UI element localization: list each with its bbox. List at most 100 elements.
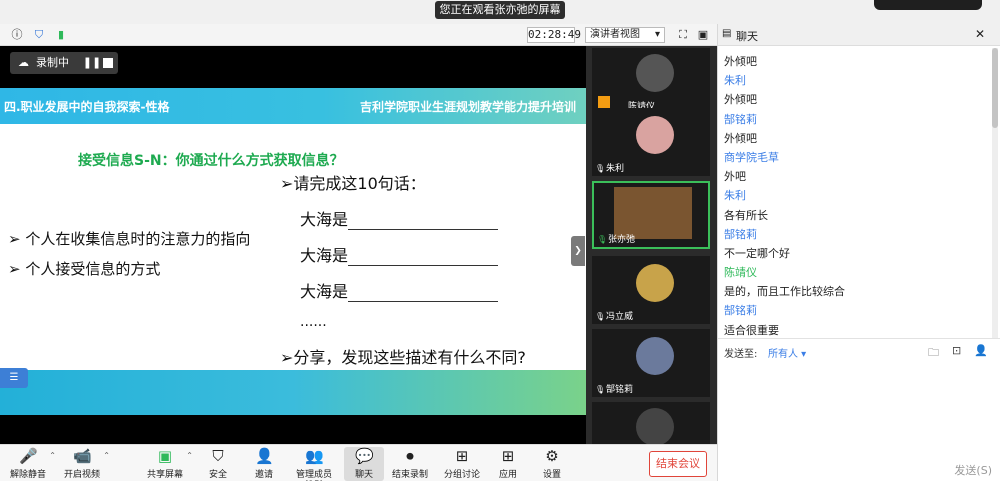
sentence-prefix: 大海是	[300, 210, 349, 229]
view-mode-select[interactable]: 演讲者视图 ▾	[585, 27, 665, 43]
slide-bullet: ➢ 个人接受信息的方式	[8, 260, 161, 278]
chat-icon: 💬	[355, 447, 374, 465]
participant-tile[interactable]: 🎙 朱利	[592, 108, 710, 176]
manage-members-label: 管理成员(15)	[295, 470, 332, 481]
unmute-button[interactable]: 🎤 解除静音 ⌃	[10, 447, 56, 480]
slide-bullet: ➢ 个人在收集信息时的注意力的指向	[8, 230, 251, 248]
participant-tile[interactable]: 🎙 冯立威	[592, 256, 710, 324]
breakout-icon: ⊞	[455, 447, 469, 465]
blank-line	[348, 214, 499, 230]
slide-section-title: 四.职业发展中的自我探索-性格	[4, 100, 170, 114]
apps-label: 应用	[498, 470, 517, 480]
send-to-label: 发送至:	[724, 349, 758, 360]
shield-icon[interactable]: ⛉	[32, 28, 46, 42]
chat-message: 是的，而且工作比较综合	[724, 285, 845, 299]
slide-question: 接受信息S-N：你通过什么方式获取信息？	[78, 153, 344, 169]
meeting-toolbar: ⓘ ⛉ ▮ 02:28:49 演讲者视图 ▾ ⛶ ▣	[0, 24, 717, 46]
chevron-up-icon[interactable]: ⌃	[186, 451, 193, 460]
avatar	[636, 408, 674, 446]
chevron-up-icon[interactable]: ⌃	[103, 451, 110, 460]
share-screen-icon: ▣	[157, 447, 173, 465]
invite-label: 邀请	[254, 470, 273, 480]
apps-icon: ⊞	[501, 447, 515, 465]
manage-members-button[interactable]: 👥 管理成员(15)	[288, 447, 340, 481]
chat-button[interactable]: 💬 聊天	[344, 447, 384, 481]
chat-sender: 商学院毛草	[724, 150, 779, 164]
start-video-button[interactable]: 📹 开启视频 ⌃	[64, 447, 110, 480]
participant-tile-active[interactable]: 🎙 张亦弛	[592, 181, 710, 249]
share-screen-button[interactable]: ▣ 共享屏幕 ⌃	[147, 447, 193, 480]
chat-icon: ▤	[722, 28, 732, 39]
stop-recording-label: 结束录制	[392, 470, 429, 480]
cloud-icon: ☁	[18, 56, 29, 69]
slide-instruction: ➢请完成这10句话：	[280, 174, 426, 193]
breakout-label: 分组讨论	[444, 470, 481, 480]
participant-name: 张亦弛	[608, 235, 636, 245]
apps-button[interactable]: ⊞ 应用	[496, 447, 520, 480]
collapse-participants-button[interactable]: ❯	[571, 236, 585, 266]
participant-name: 郜铭莉	[606, 385, 634, 395]
security-button[interactable]: ⛉ 安全	[204, 447, 232, 480]
window-controls[interactable]	[874, 0, 982, 10]
stop-recording-button[interactable]	[103, 58, 113, 68]
sentence-prefix: 大海是	[300, 282, 349, 301]
meeting-controls: 🎤 解除静音 ⌃ 📹 开启视频 ⌃ ▣ 共享屏幕 ⌃ ⛉ 安全 👤 邀请 👥 管理成员(15) 💬…	[0, 444, 717, 481]
settings-button[interactable]: ⚙ 设置	[540, 447, 564, 480]
participant-tile[interactable]: 🎙 郜铭莉	[592, 329, 710, 397]
end-meeting-button[interactable]: 结束会议	[649, 451, 707, 477]
chat-sender: 郜铭莉	[724, 112, 757, 126]
participant-tile[interactable]: 陈靖仪	[592, 48, 710, 116]
send-button[interactable]: 发送(S)	[954, 462, 992, 478]
split-icon[interactable]: ▣	[696, 28, 710, 42]
fullscreen-icon[interactable]: ⛶	[676, 28, 690, 42]
chat-messages: 外倾吧 朱利 外倾吧 郜铭莉 外倾吧 商学院毛草 外吧 朱利 各有所长 郜铭莉 …	[724, 52, 974, 340]
info-icon[interactable]: ⓘ	[10, 28, 24, 42]
chat-message: 适合很重要	[724, 323, 779, 337]
chat-message: 不一定哪个好	[724, 246, 790, 260]
pause-recording-button[interactable]: ❚❚	[82, 52, 102, 74]
chevron-up-icon[interactable]: ⌃	[49, 451, 56, 460]
sentence-prefix: 大海是	[300, 246, 349, 265]
security-label: 安全	[208, 470, 227, 480]
chat-scrollbar[interactable]	[992, 48, 998, 338]
chat-input[interactable]	[718, 364, 1000, 459]
user-icon[interactable]: 👤	[974, 344, 988, 357]
slide-course-title: 吉利学院职业生涯规划教学能力提升培训	[359, 100, 576, 114]
send-to-row: 发送至: 所有人 ▾ 🗀 ⊡ 👤	[718, 338, 1000, 364]
scrollbar-thumb[interactable]	[992, 48, 998, 128]
invite-icon: 👤	[255, 447, 274, 465]
mic-muted-icon: 🎙	[595, 164, 606, 173]
slide-sentence-3: 大海是	[300, 278, 499, 302]
screenshot-icon[interactable]: ⊡	[952, 344, 961, 357]
chat-label: 聊天	[354, 470, 373, 480]
chat-message: 外吧	[724, 170, 746, 184]
breakout-button[interactable]: ⊞ 分组讨论	[444, 447, 480, 480]
avatar	[636, 337, 674, 375]
avatar	[636, 264, 674, 302]
folder-icon[interactable]: 🗀	[928, 344, 939, 363]
participant-name: 朱利	[606, 164, 625, 174]
settings-label: 设置	[542, 470, 561, 480]
participant-tile[interactable]	[592, 402, 710, 446]
share-screen-label: 共享屏幕	[147, 470, 184, 480]
stop-recording-toolbar-button[interactable]: ⏺ 结束录制	[392, 447, 428, 480]
slide-share-prompt: ➢分享，发现这些描述有什么不同?	[280, 348, 526, 367]
start-video-label: 开启视频	[64, 470, 101, 480]
send-to-select[interactable]: 所有人 ▾	[768, 345, 806, 360]
signal-icon[interactable]: ▮	[54, 28, 68, 42]
mic-muted-icon: 🎙	[595, 385, 606, 394]
slide-menu-button[interactable]: ☰	[0, 368, 28, 388]
recording-label: 录制中	[36, 56, 69, 69]
recording-indicator: ☁ 录制中 ❚❚	[10, 52, 118, 74]
avatar	[636, 54, 674, 92]
blank-line	[348, 250, 499, 266]
chat-sender: 郜铭莉	[724, 304, 757, 318]
close-icon[interactable]: ✕	[975, 27, 985, 41]
slide-header: 四.职业发展中的自我探索-性格 吉利学院职业生涯规划教学能力提升培训	[0, 88, 586, 124]
chat-message: 各有所长	[724, 208, 768, 222]
chat-sender: 郜铭莉	[724, 227, 757, 241]
share-banner: 您正在观看张亦弛的屏幕	[435, 1, 565, 19]
chat-header: ▤ 聊天 ✕	[718, 24, 1000, 46]
invite-button[interactable]: 👤 邀请	[250, 447, 278, 480]
unmute-label: 解除静音	[10, 470, 47, 480]
